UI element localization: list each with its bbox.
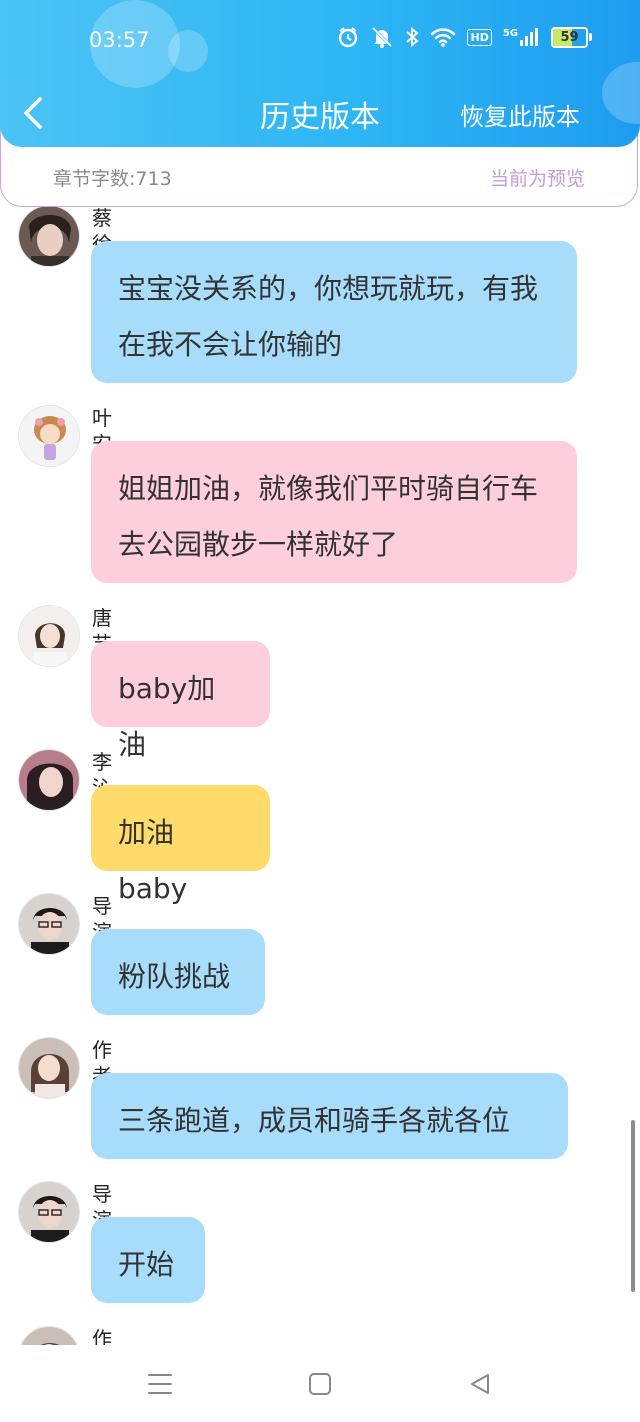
decorative-bubble xyxy=(168,30,208,72)
preview-status: 当前为预览 xyxy=(489,168,585,190)
avatar[interactable] xyxy=(18,749,80,811)
sender-name: 作者 xyxy=(92,1327,112,1345)
avatar[interactable] xyxy=(18,605,80,667)
bluetooth-icon xyxy=(405,26,420,48)
menu-button[interactable] xyxy=(143,1367,177,1401)
message-bubble: 姐姐加油，就像我们平时骑自行车去公园散步一样就好了 xyxy=(91,441,577,583)
avatar[interactable] xyxy=(18,405,80,467)
wifi-icon xyxy=(430,27,456,47)
restore-version-button[interactable]: 恢复此版本 xyxy=(460,97,580,132)
message-bubble: 宝宝没关系的，你想玩就玩，有我在我不会让你输的 xyxy=(91,241,577,383)
hd-icon: HD xyxy=(467,28,492,46)
avatar[interactable] xyxy=(18,1181,80,1243)
message-bubble: baby加油 xyxy=(91,641,270,761)
word-count: 章节字数:713 xyxy=(53,168,172,190)
scrollbar[interactable] xyxy=(631,1120,635,1292)
avatar[interactable] xyxy=(18,207,80,267)
status-time: 03:57 xyxy=(89,28,150,52)
home-icon xyxy=(309,1373,331,1395)
mute-icon xyxy=(370,26,394,48)
avatar[interactable] xyxy=(18,1037,80,1099)
message-bubble: 粉队挑战 xyxy=(91,929,265,1015)
message-bubble: 开始 xyxy=(91,1217,205,1303)
menu-icon xyxy=(148,1374,172,1394)
app-header: 03:57 HD 5G 59 历史版本 恢复此版本 xyxy=(0,0,640,147)
chat-list[interactable]: 蔡徐坤 宝宝没关系的，你想玩就玩，有我在我不会让你输的 叶安琪 姐姐加油，就像我… xyxy=(0,207,640,1345)
message-bubble: 三条跑道，成员和骑手各就各位 xyxy=(91,1073,568,1159)
avatar[interactable] xyxy=(18,893,80,955)
home-button[interactable] xyxy=(303,1367,337,1401)
battery-level: 59 xyxy=(560,29,579,45)
status-icons: HD 5G 59 xyxy=(337,26,592,48)
avatar[interactable] xyxy=(18,1326,80,1345)
5g-signal-icon: 5G xyxy=(503,28,540,46)
back-triangle-icon xyxy=(471,1374,489,1394)
alarm-icon xyxy=(337,26,359,48)
system-nav-bar xyxy=(0,1345,640,1422)
battery-icon: 59 xyxy=(551,26,592,48)
back-nav-button[interactable] xyxy=(463,1367,497,1401)
network-type-label: 5G xyxy=(502,28,518,39)
message-bubble: 加油baby xyxy=(91,785,270,905)
